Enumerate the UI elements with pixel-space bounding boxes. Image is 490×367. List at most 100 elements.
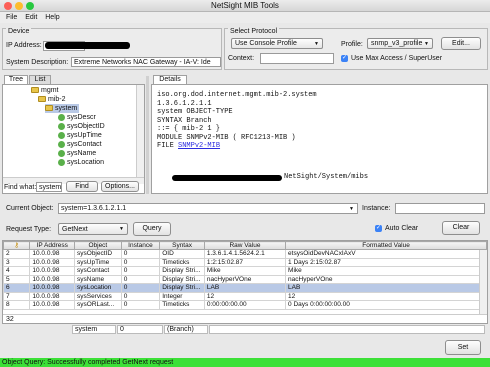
- table-row[interactable]: 3 10.0.0.98 sysUpTime 0 Timeticks 1:2:15:02.8…: [3, 257, 487, 267]
- context-field[interactable]: [260, 53, 334, 64]
- results-count: 32: [6, 316, 14, 323]
- options-button[interactable]: Options...: [101, 181, 139, 192]
- row-index: 6: [3, 283, 31, 293]
- mib-file-link[interactable]: SNMPv2-MIB: [178, 142, 220, 150]
- panel-splitter[interactable]: [146, 76, 149, 194]
- clear-button[interactable]: Clear: [442, 221, 480, 235]
- leaf-icon: [58, 149, 65, 157]
- object-cell: sysUpTime: [74, 257, 122, 267]
- redacted-ip: [45, 42, 130, 49]
- close-window-button[interactable]: [4, 2, 12, 10]
- results-vertical-scrollbar[interactable]: [479, 250, 487, 314]
- auto-clear-checkbox[interactable]: ✓: [375, 225, 382, 232]
- tree-node-syscontact[interactable]: sysContact: [58, 140, 102, 149]
- table-row[interactable]: 5 10.0.0.98 sysName 0 Display Stri... nacHype…: [3, 274, 487, 284]
- profile-label: Profile:: [341, 41, 363, 48]
- leaf-icon: [58, 122, 65, 130]
- request-type-dropdown[interactable]: GetNext ▼: [58, 223, 128, 235]
- tab-details[interactable]: Details: [153, 75, 187, 84]
- row-index: 4: [3, 266, 31, 276]
- object-cell: sysLocation: [74, 283, 122, 293]
- tree-node-mib-2[interactable]: mib-2: [38, 95, 66, 104]
- row-index: 7: [3, 291, 31, 301]
- column-header-object[interactable]: Object: [74, 241, 122, 250]
- set-button[interactable]: Set: [445, 340, 481, 355]
- leaf-icon: [58, 113, 65, 121]
- folder-icon: [31, 87, 39, 94]
- query-button[interactable]: Query: [133, 222, 171, 236]
- zoom-window-button[interactable]: [26, 2, 34, 10]
- column-header-syntax[interactable]: Syntax: [159, 241, 205, 250]
- context-label: Context:: [228, 55, 255, 62]
- minimize-window-button[interactable]: [15, 2, 23, 10]
- profile-dropdown[interactable]: snmp_v3_profile ▼: [367, 38, 433, 49]
- detail-line: 1.3.6.1.2.1.1: [157, 99, 212, 108]
- column-header-formatted-value[interactable]: Formatted Value: [285, 241, 487, 250]
- find-button[interactable]: Find: [66, 181, 98, 192]
- find-what-field[interactable]: system: [36, 182, 62, 192]
- mib-tree-panel: mgmt mib-2 system sysDescr sysObjectID s…: [2, 84, 145, 194]
- window-title: NetSight MIB Tools: [211, 1, 279, 10]
- detail-line: iso.org.dod.internet.mgmt.mib-2.system: [157, 91, 317, 99]
- tree-node-sysname[interactable]: sysName: [58, 149, 96, 158]
- detail-line: system OBJECT-TYPE: [157, 108, 233, 116]
- column-header-ip[interactable]: IP Address: [29, 241, 76, 250]
- dropdown-arrow-icon: ▼: [119, 226, 124, 232]
- ip-address-cell: 10.0.0.98: [29, 283, 76, 293]
- tree-node-syslocation[interactable]: sysLocation: [58, 158, 104, 167]
- object-cell: sysContact: [74, 266, 122, 276]
- detail-file-line: FILE SNMPv2-MIB: [157, 142, 487, 151]
- column-header-raw-value[interactable]: Raw Value: [203, 241, 287, 250]
- column-header-instance[interactable]: Instance: [120, 241, 161, 250]
- leaf-icon: [58, 158, 65, 166]
- current-object-field[interactable]: system=1.3.6.1.2.1.1 ▼: [58, 203, 358, 214]
- raw-value-cell: 1:2:15:02.87: [203, 257, 287, 267]
- max-access-checkbox[interactable]: ✓: [341, 55, 348, 62]
- raw-value-cell: 12: [203, 291, 287, 301]
- leaf-icon: [58, 140, 65, 148]
- tree-node-mgmt[interactable]: mgmt: [31, 86, 59, 95]
- formatted-value-cell: etsysOidDevNACxIAxV: [285, 249, 487, 259]
- instance-cell: 0: [120, 283, 161, 293]
- tree-node-sysdescr[interactable]: sysDescr: [58, 113, 96, 122]
- ip-address-cell: 10.0.0.98: [29, 300, 76, 310]
- table-row[interactable]: 6 10.0.0.98 sysLocation 0 Display Stri... LAB…: [3, 283, 487, 293]
- file-path-tail: NetSight/System/mibs: [284, 173, 369, 181]
- results-count-row: 32: [3, 314, 487, 323]
- tree-vertical-scrollbar[interactable]: [136, 85, 144, 177]
- detail-line: ::= { mib-2 1 }: [157, 125, 221, 133]
- menu-help[interactable]: Help: [45, 12, 59, 23]
- row-index: 5: [3, 274, 31, 284]
- menu-edit[interactable]: Edit: [25, 12, 37, 23]
- table-row[interactable]: 7 10.0.0.98 sysServices 0 Integer 12 12: [3, 291, 487, 301]
- instance-field[interactable]: [395, 203, 485, 214]
- tab-tree[interactable]: Tree: [4, 75, 28, 84]
- instance-cell: 0: [120, 257, 161, 267]
- system-description-label: System Description:: [6, 59, 69, 66]
- edit-profile-button[interactable]: Edit...: [441, 37, 481, 50]
- column-header-index[interactable]: ⚷: [3, 241, 31, 250]
- table-row[interactable]: 4 10.0.0.98 sysContact 0 Display Stri... Mike…: [3, 266, 487, 276]
- ip-address-cell: 10.0.0.98: [29, 291, 76, 301]
- footer-value-field[interactable]: [209, 325, 485, 334]
- find-what-label: Find what:: [4, 184, 37, 191]
- select-protocol-label: Select Protocol: [228, 28, 280, 35]
- tree-node-system[interactable]: system: [45, 104, 80, 113]
- console-profile-dropdown[interactable]: Use Console Profile ▼: [231, 38, 323, 49]
- table-row[interactable]: 8 10.0.0.98 sysORLast... 0 Timeticks 0:00:00:…: [3, 300, 487, 310]
- formatted-value-cell: 1 Days 2:15:02.87: [285, 257, 487, 267]
- footer-syntax: (Branch): [164, 325, 208, 334]
- formatted-value-cell: Mike: [285, 266, 487, 276]
- syntax-cell: Timeticks: [159, 257, 205, 267]
- ip-address-cell: 10.0.0.98: [29, 274, 76, 284]
- table-row[interactable]: 2 10.0.0.98 sysObjectID 0 OID 1.3.6.1.4.1.562…: [3, 249, 487, 259]
- system-description-field[interactable]: Extreme Networks NAC Gateway - IA-V: Ide: [71, 57, 221, 67]
- tree-node-label: sysName: [67, 150, 97, 157]
- menu-file[interactable]: File: [6, 12, 17, 23]
- dropdown-arrow-icon: ▼: [424, 41, 429, 47]
- console-profile-value: Use Console Profile: [235, 40, 297, 47]
- tab-list[interactable]: List: [29, 75, 51, 84]
- tree-node-sysobjectid[interactable]: sysObjectID: [58, 122, 105, 131]
- tree-node-sysuptime[interactable]: sysUpTime: [58, 131, 102, 140]
- object-cell: sysName: [74, 274, 122, 284]
